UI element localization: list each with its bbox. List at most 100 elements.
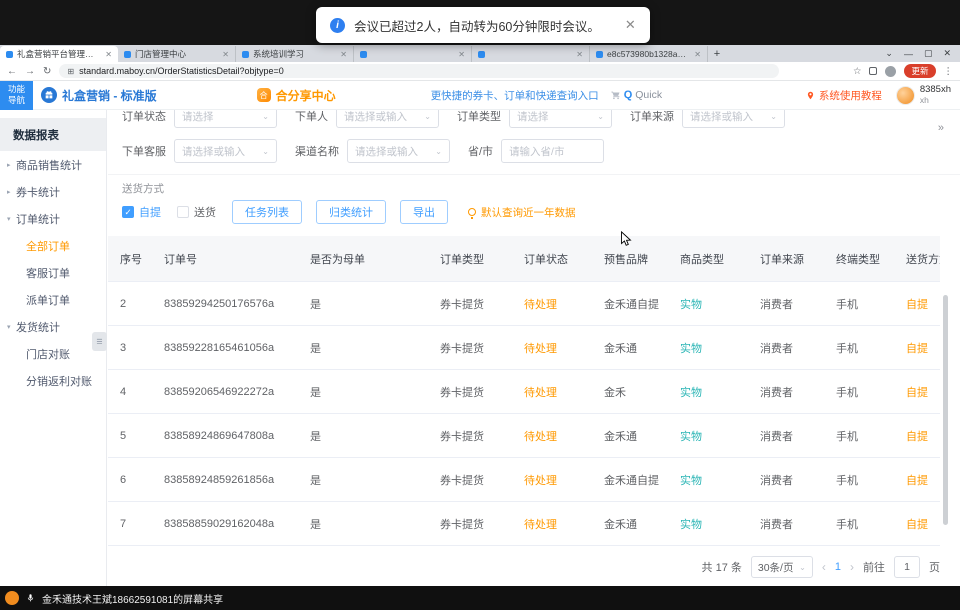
tab-close-icon[interactable]: ✕ <box>576 50 583 59</box>
expand-arrow-icon[interactable]: ▾ <box>7 215 16 223</box>
window-minimize-button[interactable]: — <box>904 49 913 59</box>
expand-arrow-icon[interactable]: ▸ <box>7 188 16 196</box>
sidebar-item[interactable]: 派单订单 <box>0 286 106 313</box>
toolbar-button[interactable]: 导出 <box>400 200 448 224</box>
prev-page-icon[interactable]: ‹ <box>822 560 826 574</box>
forward-icon[interactable]: → <box>25 66 35 77</box>
tab-close-icon[interactable]: ✕ <box>458 50 465 59</box>
page-size-select[interactable]: 30条/页 ⌄ <box>751 556 813 578</box>
filter-group: 下单人 请选择或输入 ⌄ <box>295 110 439 128</box>
filter-placeholder: 请选择或输入 <box>355 144 435 159</box>
filter-select[interactable]: 请选择或输入 ⌄ <box>174 139 277 163</box>
sidebar-item[interactable]: ▸ 券卡统计 <box>0 178 106 205</box>
browser-tab[interactable]: 系统培训学习 ✕ <box>236 46 354 62</box>
toolbar: 送货方式 ✓ 自提 送货 任务列表 归类统计 <box>108 174 960 224</box>
cell-product-type-link[interactable]: 实物 <box>668 516 748 532</box>
quick-q-icon: Q <box>624 89 633 101</box>
next-page-icon[interactable]: › <box>850 560 854 574</box>
checkbox-delivery[interactable]: 送货 <box>177 204 216 220</box>
sidebar-item[interactable]: 门店对账 <box>0 340 106 367</box>
expand-arrow-icon[interactable]: ▸ <box>7 161 16 169</box>
quick-entry-link[interactable]: 更快捷的券卡、订单和快递查询入口 <box>431 88 599 103</box>
sidebar-item-label: 派单订单 <box>26 292 70 308</box>
reload-icon[interactable]: ↻ <box>43 66 51 77</box>
tabs-menu-icon[interactable]: ⌄ <box>885 48 893 59</box>
cell-product-type-link[interactable]: 实物 <box>668 384 748 400</box>
checkbox-self-pickup[interactable]: ✓ 自提 <box>122 204 161 220</box>
bookmark-star-icon[interactable]: ☆ <box>853 66 862 77</box>
sidebar-collapse-handle[interactable]: ☰ <box>92 332 107 351</box>
sidebar-item[interactable]: 客服订单 <box>0 259 106 286</box>
tab-close-icon[interactable]: ✕ <box>222 50 229 59</box>
goto-page-input[interactable]: 1 <box>894 556 920 578</box>
tab-close-icon[interactable]: ✕ <box>105 50 112 59</box>
tab-close-icon[interactable]: ✕ <box>694 50 701 59</box>
tutorial-link[interactable]: 系统使用教程 <box>806 88 882 103</box>
sidebar-item[interactable]: ▾ 发货统计 <box>0 313 106 340</box>
function-nav-toggle[interactable]: 功能 导航 <box>0 81 33 110</box>
window-close-button[interactable]: ✕ <box>943 48 951 59</box>
page-number-current[interactable]: 1 <box>835 561 841 573</box>
filter-select[interactable]: 请选择 ⌄ <box>174 110 277 128</box>
cell-order-type: 券卡提货 <box>428 516 512 532</box>
cell-status: 待处理 <box>512 384 592 400</box>
toolbar-button[interactable]: 任务列表 <box>232 200 302 224</box>
filter-select[interactable]: 请选择或输入 ⌄ <box>336 110 439 128</box>
filter-label: 下单客服 <box>122 143 166 159</box>
table-row[interactable]: 6 83858924859261856a 是 券卡提货 待处理 金禾通自提 实物… <box>108 458 940 502</box>
filter-select[interactable]: 请输入省/市 <box>501 139 604 163</box>
address-input[interactable]: ⊞ standard.maboy.cn/OrderStatisticsDetai… <box>59 64 779 78</box>
sidebar-item[interactable]: ▸ 商品销售统计 <box>0 151 106 178</box>
filter-collapse-icon[interactable]: » <box>938 122 944 134</box>
extensions-icon[interactable] <box>869 67 877 75</box>
sidebar-item[interactable]: 分销返利对账 <box>0 367 106 394</box>
browser-tab[interactable]: ✕ <box>472 46 590 62</box>
cell-source: 消费者 <box>748 428 824 444</box>
user-name-block[interactable]: 8385xh xh <box>920 85 951 105</box>
share-center-link[interactable]: 合 合分享中心 <box>257 87 336 104</box>
tab-close-icon[interactable]: ✕ <box>340 50 347 59</box>
browser-tab[interactable]: ✕ <box>354 46 472 62</box>
cell-brand: 金禾 <box>592 384 668 400</box>
toolbar-button[interactable]: 归类统计 <box>316 200 386 224</box>
cell-product-type-link[interactable]: 实物 <box>668 296 748 312</box>
filter-select[interactable]: 请选择或输入 ⌄ <box>682 110 785 128</box>
cell-terminal: 手机 <box>824 516 894 532</box>
table-row[interactable]: 3 83859228165461056a 是 券卡提货 待处理 金禾通 实物 消… <box>108 326 940 370</box>
table-row[interactable]: 4 83859206546922272a 是 券卡提货 待处理 金禾 实物 消费… <box>108 370 940 414</box>
meeting-toast: i 会议已超过2人，自动转为60分钟限时会议。 ✕ <box>316 7 650 43</box>
screen: i 会议已超过2人，自动转为60分钟限时会议。 ✕ 礼盒营销平台管理中心 ✕ 门… <box>0 0 960 610</box>
sidebar-item[interactable]: ▾ 订单统计 <box>0 205 106 232</box>
browser-tab[interactable]: 门店管理中心 ✕ <box>118 46 236 62</box>
table-row[interactable]: 2 83859294250176576a 是 券卡提货 待处理 金禾通自提 实物… <box>108 282 940 326</box>
browser-profile-avatar[interactable] <box>885 66 896 77</box>
table-scrollbar[interactable] <box>943 295 948 525</box>
browser-menu-icon[interactable]: ⋮ <box>944 66 954 77</box>
cell-source: 消费者 <box>748 472 824 488</box>
cell-delivery: 自提 <box>894 384 940 400</box>
filter-select[interactable]: 请选择 ⌄ <box>509 110 612 128</box>
cell-product-type-link[interactable]: 实物 <box>668 428 748 444</box>
table-row[interactable]: 5 83858924869647808a 是 券卡提货 待处理 金禾通 实物 消… <box>108 414 940 458</box>
cell-parent: 是 <box>298 428 428 444</box>
new-tab-button[interactable]: + <box>708 46 726 62</box>
sidebar-item[interactable]: 全部订单 <box>0 232 106 259</box>
cell-status: 待处理 <box>512 296 592 312</box>
cell-product-type-link[interactable]: 实物 <box>668 472 748 488</box>
expand-arrow-icon[interactable]: ▾ <box>7 323 16 331</box>
table-row[interactable]: 7 83858859029162048a 是 券卡提货 待处理 金禾通 实物 消… <box>108 502 940 546</box>
cell-product-type-link[interactable]: 实物 <box>668 340 748 356</box>
user-avatar[interactable] <box>896 86 915 105</box>
window-maximize-button[interactable]: ▢ <box>924 48 933 59</box>
site-info-icon[interactable]: ⊞ <box>67 67 74 76</box>
back-icon[interactable]: ← <box>7 66 17 77</box>
filter-select[interactable]: 请选择或输入 ⌄ <box>347 139 450 163</box>
browser-tab[interactable]: e8c573980b1328a258fd2e6… ✕ <box>590 46 708 62</box>
select-arrow-icon: ⌄ <box>262 112 269 121</box>
browser-tab[interactable]: 礼盒营销平台管理中心 ✕ <box>0 46 118 62</box>
toast-close-icon[interactable]: ✕ <box>625 17 636 33</box>
sidebar-section-reports[interactable]: 数据报表 <box>0 118 106 151</box>
browser-update-button[interactable]: 更新 <box>904 64 935 78</box>
quick-search[interactable]: Q Quick <box>611 89 662 101</box>
tab-favicon <box>478 51 485 58</box>
